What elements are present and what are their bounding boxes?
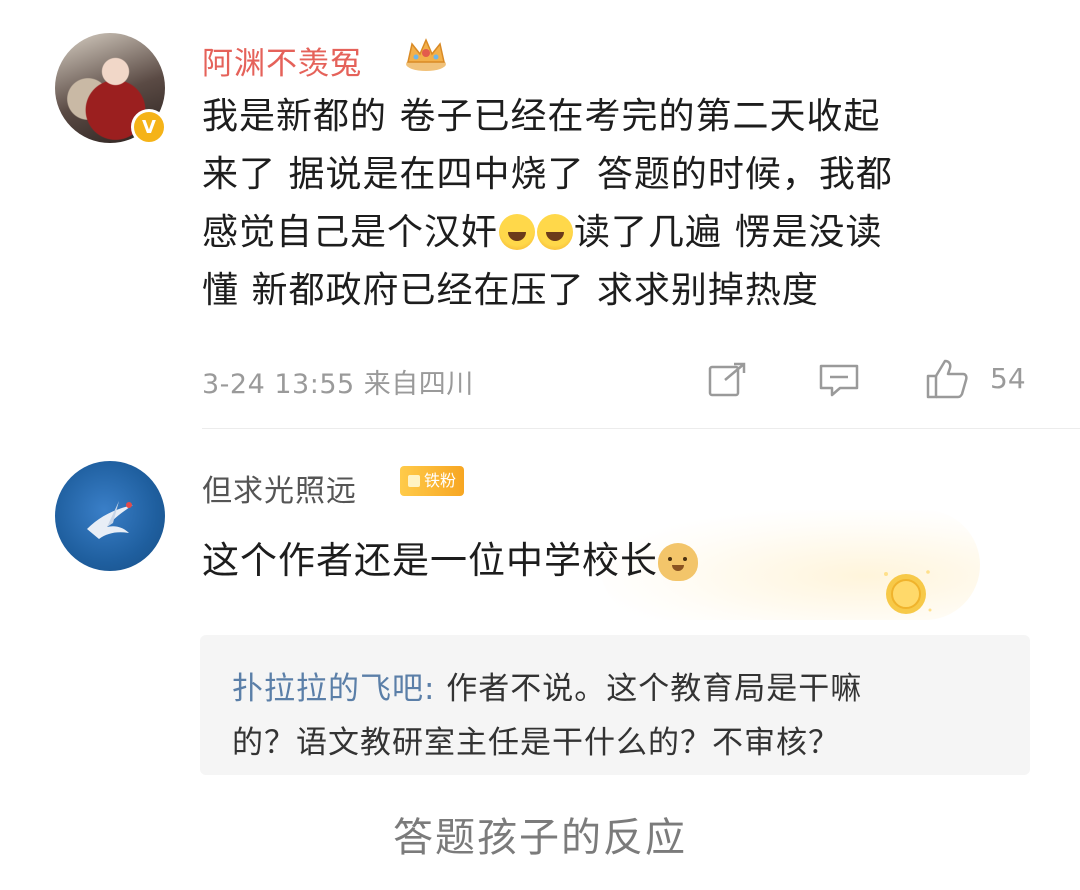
comment-line-with-emoji: 感觉自己是个汉奸 读了几遍 愣是没读	[202, 204, 1022, 262]
laugh-cry-emoji-icon	[537, 214, 574, 250]
dog-emoji-icon	[658, 543, 698, 581]
caption: 答题孩子的反应	[393, 815, 687, 861]
comment-icon[interactable]	[818, 362, 860, 398]
reply-author[interactable]: 扑拉拉的飞吧:	[232, 671, 435, 707]
comment-username[interactable]: 但求光照远	[202, 466, 357, 510]
comment-text: 读了几遍 愣是没读	[574, 212, 883, 253]
divider	[202, 428, 1080, 429]
coin-icon	[884, 570, 932, 614]
reply-text: 扑拉拉的飞吧: 作者不说。这个教育局是干嘛 的？语文教研室主任是干什么的？不审核…	[232, 662, 1012, 770]
comment-body: 这个作者还是一位中学校长	[202, 530, 698, 584]
like-icon[interactable]	[925, 358, 969, 400]
fan-badge-label: 铁粉	[424, 471, 457, 490]
comment-meta: 3-24 13:55 来自四川	[202, 362, 474, 401]
comment-line: 懂 新都政府已经在压了 求求别掉热度	[202, 270, 819, 311]
fan-badge: 铁粉	[400, 466, 465, 496]
screenshot-page: V 阿渊不羡冤 我是新都的 卷子已经在考完的第二天收起 来了 据说是在四中烧了 …	[0, 0, 1080, 890]
timestamp: 3-24 13:55	[202, 369, 355, 400]
avatar[interactable]: V	[55, 33, 167, 145]
fan-icon	[408, 475, 420, 487]
like-count: 54	[990, 362, 1026, 395]
comment-text: 感觉自己是个汉奸	[202, 212, 499, 253]
reply-line: 的？语文教研室主任是干什么的？不审核？	[232, 725, 840, 761]
comment-username[interactable]: 阿渊不羡冤	[202, 38, 362, 83]
reply-content: 作者不说。这个教育局是干嘛	[435, 671, 863, 707]
crown-icon	[406, 38, 446, 71]
swallow-icon	[87, 501, 133, 539]
laugh-cry-emoji-icon	[499, 214, 536, 250]
share-icon[interactable]	[707, 362, 747, 398]
comment-body: 我是新都的 卷子已经在考完的第二天收起 来了 据说是在四中烧了 答题的时候，我都…	[202, 88, 1022, 320]
comment-text: 这个作者还是一位中学校长	[202, 539, 658, 582]
comment-line: 我是新都的 卷子已经在考完的第二天收起	[202, 96, 881, 137]
avatar[interactable]	[55, 461, 165, 571]
verified-v-icon: V	[131, 109, 167, 145]
comment-line: 来了 据说是在四中烧了 答题的时候，我都	[202, 154, 893, 195]
location: 来自四川	[363, 369, 474, 400]
reply-line: 扑拉拉的飞吧: 作者不说。这个教育局是干嘛	[232, 662, 1012, 716]
